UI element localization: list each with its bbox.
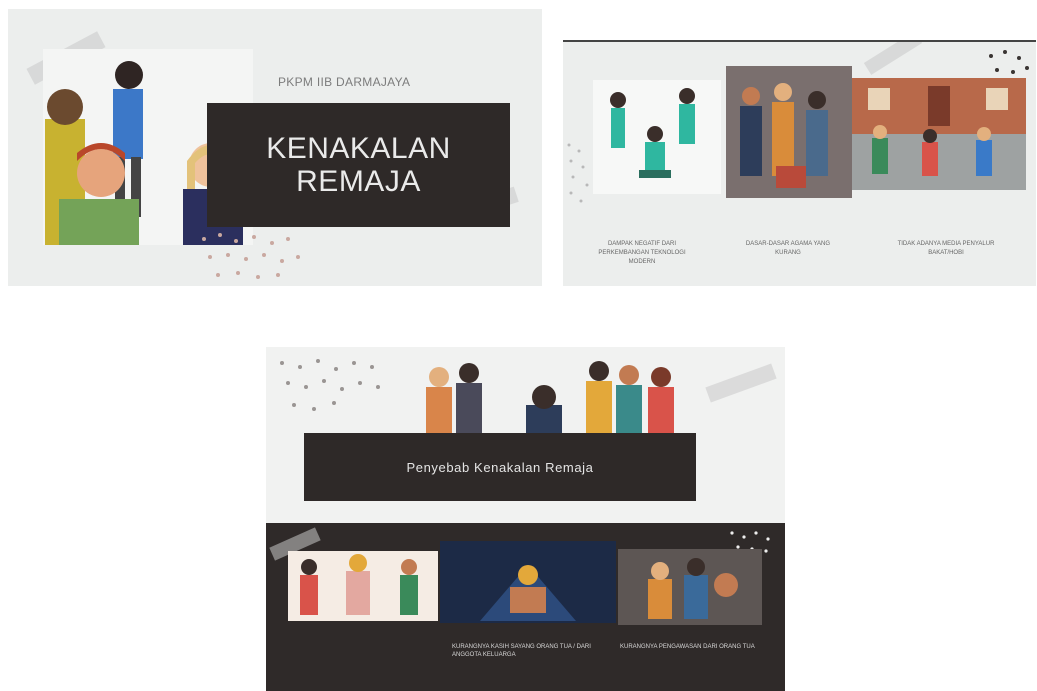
caption-affection: KURANGNYA KASIH SAYANG ORANG TUA / DARI … (452, 644, 591, 658)
caption-hobby: TIDAK ADANYA MEDIA PENYALUR BAKAT/HOBI (897, 241, 995, 256)
bottom-band: KURANGNYA KASIH SAYANG ORANG TUA / DARI … (266, 523, 785, 691)
slide-collage: PKPM IIB DARMAJAYA KENAKALAN REMAJA DAMP… (0, 0, 1037, 691)
slide-title: PKPM IIB DARMAJAYA KENAKALAN REMAJA (8, 9, 542, 286)
tape-decoration (863, 42, 923, 75)
title-box: KENAKALAN REMAJA (207, 103, 510, 227)
slide-heading: Penyebab Kenakalan Remaja (406, 459, 594, 475)
technology-illustration (593, 80, 721, 194)
caption-religion: DASAR-DASAR AGAMA YANG KURANG (745, 241, 831, 256)
slide-causes-detail: Penyebab Kenakalan Remaja KURANGNYA KASI… (266, 347, 785, 691)
school-illustration (852, 78, 1026, 190)
supervision-illustration (618, 549, 762, 625)
group-illustration (426, 361, 674, 437)
title-box: Penyebab Kenakalan Remaja (304, 433, 696, 501)
dot-pattern (280, 359, 380, 411)
caption-supervision: KURANGNYA PENGAWASAN DARI ORANG TUA (620, 644, 755, 650)
tape-decoration (705, 363, 777, 403)
slide-causes: DAMPAK NEGATIF DARI PERKEMBANGAN TEKNOLO… (563, 40, 1036, 286)
dot-pattern (202, 233, 300, 279)
organization-subtitle: PKPM IIB DARMAJAYA (278, 75, 411, 89)
caption-technology: DAMPAK NEGATIF DARI PERKEMBANGAN TEKNOLO… (598, 241, 686, 265)
friends-illustration (288, 551, 438, 621)
lonely-teen-illustration (440, 541, 616, 623)
slide-heading: KENAKALAN REMAJA (266, 132, 451, 198)
religion-illustration (726, 66, 852, 198)
top-band: Penyebab Kenakalan Remaja (266, 347, 785, 523)
